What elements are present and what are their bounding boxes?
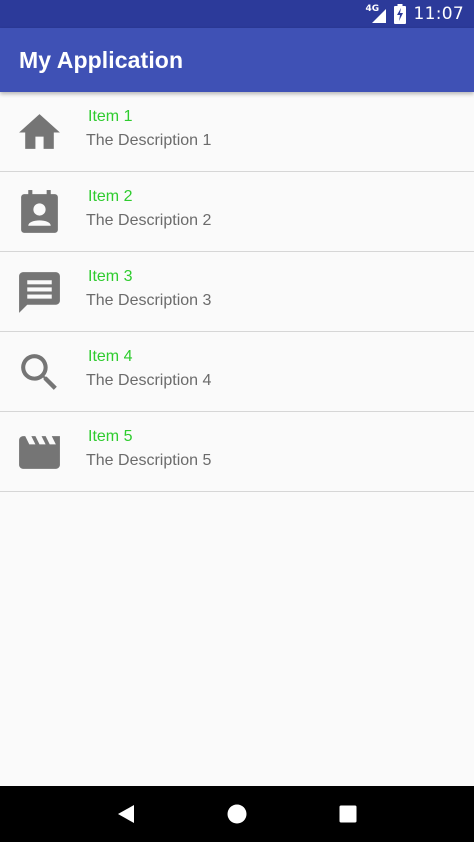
home-circle-icon[interactable] [217, 794, 257, 834]
home-icon [15, 108, 64, 157]
item-list: Item 1 The Description 1 Item 2 The Desc… [0, 92, 474, 492]
signal-icon [371, 9, 386, 23]
status-bar: 4G 11:07 [0, 0, 474, 28]
item-description: The Description 5 [86, 452, 212, 469]
battery-charging-icon [393, 4, 406, 24]
app-bar: My Application [0, 28, 474, 92]
item-description: The Description 2 [86, 212, 212, 229]
contact-card-icon [15, 188, 64, 237]
list-item-4[interactable]: Item 4 The Description 4 [0, 332, 474, 412]
message-icon [15, 268, 64, 317]
item-title: Item 4 [88, 348, 133, 365]
item-description: The Description 1 [86, 132, 212, 149]
list-item-2[interactable]: Item 2 The Description 2 [0, 172, 474, 252]
search-icon [15, 348, 64, 397]
item-description: The Description 4 [86, 372, 212, 389]
phone-screen: 4G 11:07 My Application Item 1 The Descr… [0, 0, 474, 842]
list-item-3[interactable]: Item 3 The Description 3 [0, 252, 474, 332]
back-icon[interactable] [106, 794, 146, 834]
item-title: Item 5 [88, 428, 133, 445]
network-indicator: 4G [366, 4, 386, 24]
item-title: Item 1 [88, 108, 133, 125]
item-title: Item 2 [88, 188, 133, 205]
app-title: My Application [19, 46, 184, 73]
list-item-5[interactable]: Item 5 The Description 5 [0, 412, 474, 492]
navigation-bar [0, 786, 474, 842]
list-item-1[interactable]: Item 1 The Description 1 [0, 92, 474, 172]
movie-clapper-icon [15, 428, 64, 477]
status-time: 11:07 [413, 4, 464, 24]
item-title: Item 3 [88, 268, 133, 285]
recents-icon[interactable] [328, 794, 368, 834]
item-description: The Description 3 [86, 292, 212, 309]
